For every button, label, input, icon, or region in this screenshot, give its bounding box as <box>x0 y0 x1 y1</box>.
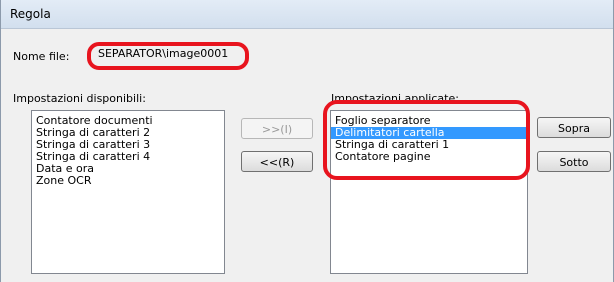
window-title: Regola <box>10 7 51 21</box>
move-up-button[interactable]: Sopra <box>537 117 611 138</box>
applied-settings-label: Impostazioni applicate: <box>331 92 459 105</box>
available-settings-label: Impostazioni disponibili: <box>13 92 146 105</box>
move-down-button[interactable]: Sotto <box>537 151 611 172</box>
available-item[interactable]: Zone OCR <box>32 175 224 187</box>
filename-value: SEPARATOR\image0001 <box>98 47 229 60</box>
applied-item[interactable]: Contatore pagine <box>331 151 527 163</box>
rule-dialog: Regola Nome file: SEPARATOR\image0001 Im… <box>0 0 614 282</box>
available-settings-list[interactable]: Contatore documenti Stringa di caratteri… <box>31 110 225 274</box>
applied-settings-list[interactable]: Foglio separatore Delimitatori cartella … <box>330 110 528 274</box>
add-button[interactable]: >>(I) <box>241 118 313 139</box>
filename-label: Nome file: <box>13 50 70 63</box>
remove-button[interactable]: <<(R) <box>241 151 313 172</box>
title-bar[interactable]: Regola <box>1 0 613 29</box>
